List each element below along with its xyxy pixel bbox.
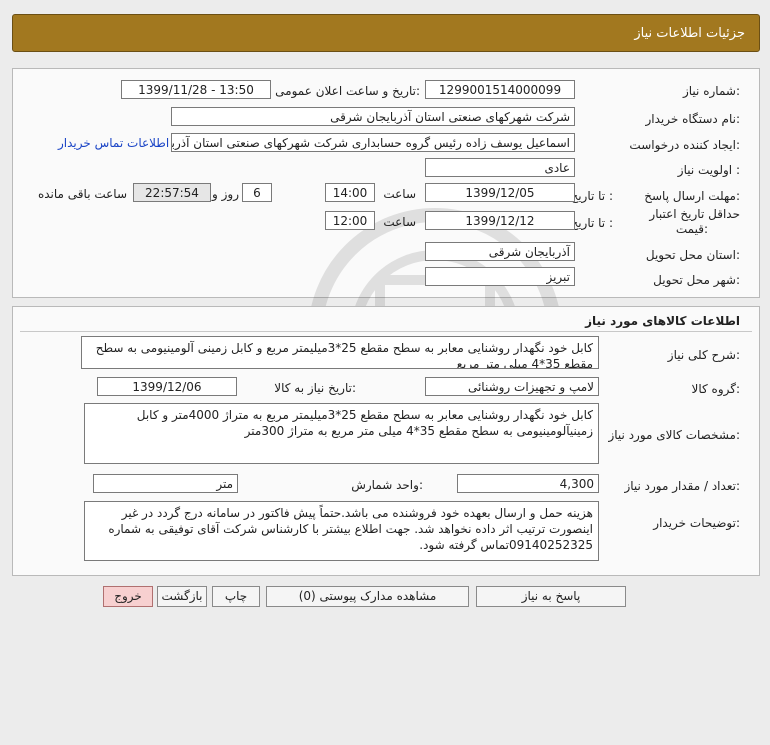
notes-field: هزینه حمل و ارسال بعهده خود فروشنده می ب… [84, 501, 599, 561]
province-field: آذربایجان شرقی [425, 242, 575, 261]
group-label: گروه کالا: [691, 382, 741, 396]
qty-field: 4,300 [457, 474, 599, 493]
buyer-org-field: شرکت شهرکهای صنعتی استان آذربایجان شرقی [171, 107, 575, 126]
need-date-label: تاریخ نیاز به کالا: [274, 381, 356, 395]
need-number-label: شماره نیاز: [682, 84, 740, 98]
unit-label: واحد شمارش: [351, 478, 423, 492]
remaining-time-field: 22:57:54 [133, 183, 211, 202]
summary-label: شرح کلی نیاز: [667, 348, 740, 362]
need-number-field: 1299001514000099 [425, 80, 575, 99]
province-label: استان محل تحویل: [645, 248, 740, 262]
deadline-time-label: ساعت [383, 187, 416, 201]
validity-to-date-label: تا تاریخ : [570, 216, 613, 230]
priority-label: اولویت نیاز : [677, 163, 740, 177]
page-header: جزئیات اطلاعات نیاز [12, 14, 760, 52]
goods-section-divider [20, 331, 752, 332]
buyer-org-label: نام دستگاه خریدار: [645, 112, 741, 126]
announce-field: 1399/11/28 - 13:50 [121, 80, 271, 99]
validity-time-label: ساعت [383, 215, 416, 229]
deadline-label: مهلت ارسال پاسخ: [644, 189, 740, 203]
goods-section-title: اطلاعات کالاهای مورد نیاز [585, 314, 740, 328]
print-button[interactable]: چاپ [212, 586, 260, 607]
notes-label: توضیحات خریدار: [653, 516, 740, 530]
validity-date-field: 1399/12/12 [425, 211, 575, 230]
back-button[interactable]: بازگشت [157, 586, 207, 607]
summary-field: کابل خود نگهدار روشنایی معابر به سطح مقط… [81, 336, 599, 369]
validity-time-field: 12:00 [325, 211, 375, 230]
requester-label: ایجاد کننده درخواست: [629, 138, 740, 152]
view-attachments-button[interactable]: مشاهده مدارک پیوستی (0) [266, 586, 469, 607]
announce-label: تاریخ و ساعت اعلان عمومی: [275, 84, 420, 98]
remaining-time-label: ساعت باقی مانده [37, 187, 127, 201]
specs-field: کابل خود نگهدار روشنایی معابر به سطح مقط… [84, 403, 599, 464]
deadline-date-field: 1399/12/05 [425, 183, 575, 202]
city-label: شهر محل تحویل: [653, 273, 740, 287]
reply-button[interactable]: پاسخ به نیاز [476, 586, 626, 607]
exit-button[interactable]: خروج [103, 586, 153, 607]
days-label: روز و [212, 187, 239, 201]
unit-field: متر [93, 474, 238, 493]
general-info-panel [12, 68, 760, 298]
deadline-time-field: 14:00 [325, 183, 375, 202]
days-remaining-field: 6 [242, 183, 272, 202]
validity-label: حداقل تاریخ اعتبار [649, 207, 740, 221]
requester-field: اسماعیل یوسف زاده رئیس گروه حسابداری شرک… [171, 133, 575, 152]
qty-label: تعداد / مقدار مورد نیاز: [624, 479, 740, 493]
buyer-contact-link[interactable]: اطلاعات تماس خریدار [58, 136, 169, 150]
page-title: جزئیات اطلاعات نیاز [634, 26, 745, 41]
priority-field: عادی [425, 158, 575, 177]
validity-label-2: قیمت: [675, 222, 708, 236]
deadline-to-date-label: تا تاریخ : [570, 189, 613, 203]
specs-label: مشخصات کالای مورد نیاز: [608, 428, 740, 442]
group-field: لامپ و تجهیزات روشنائی [425, 377, 599, 396]
city-field: تبریز [425, 267, 575, 286]
need-date-field: 1399/12/06 [97, 377, 237, 396]
